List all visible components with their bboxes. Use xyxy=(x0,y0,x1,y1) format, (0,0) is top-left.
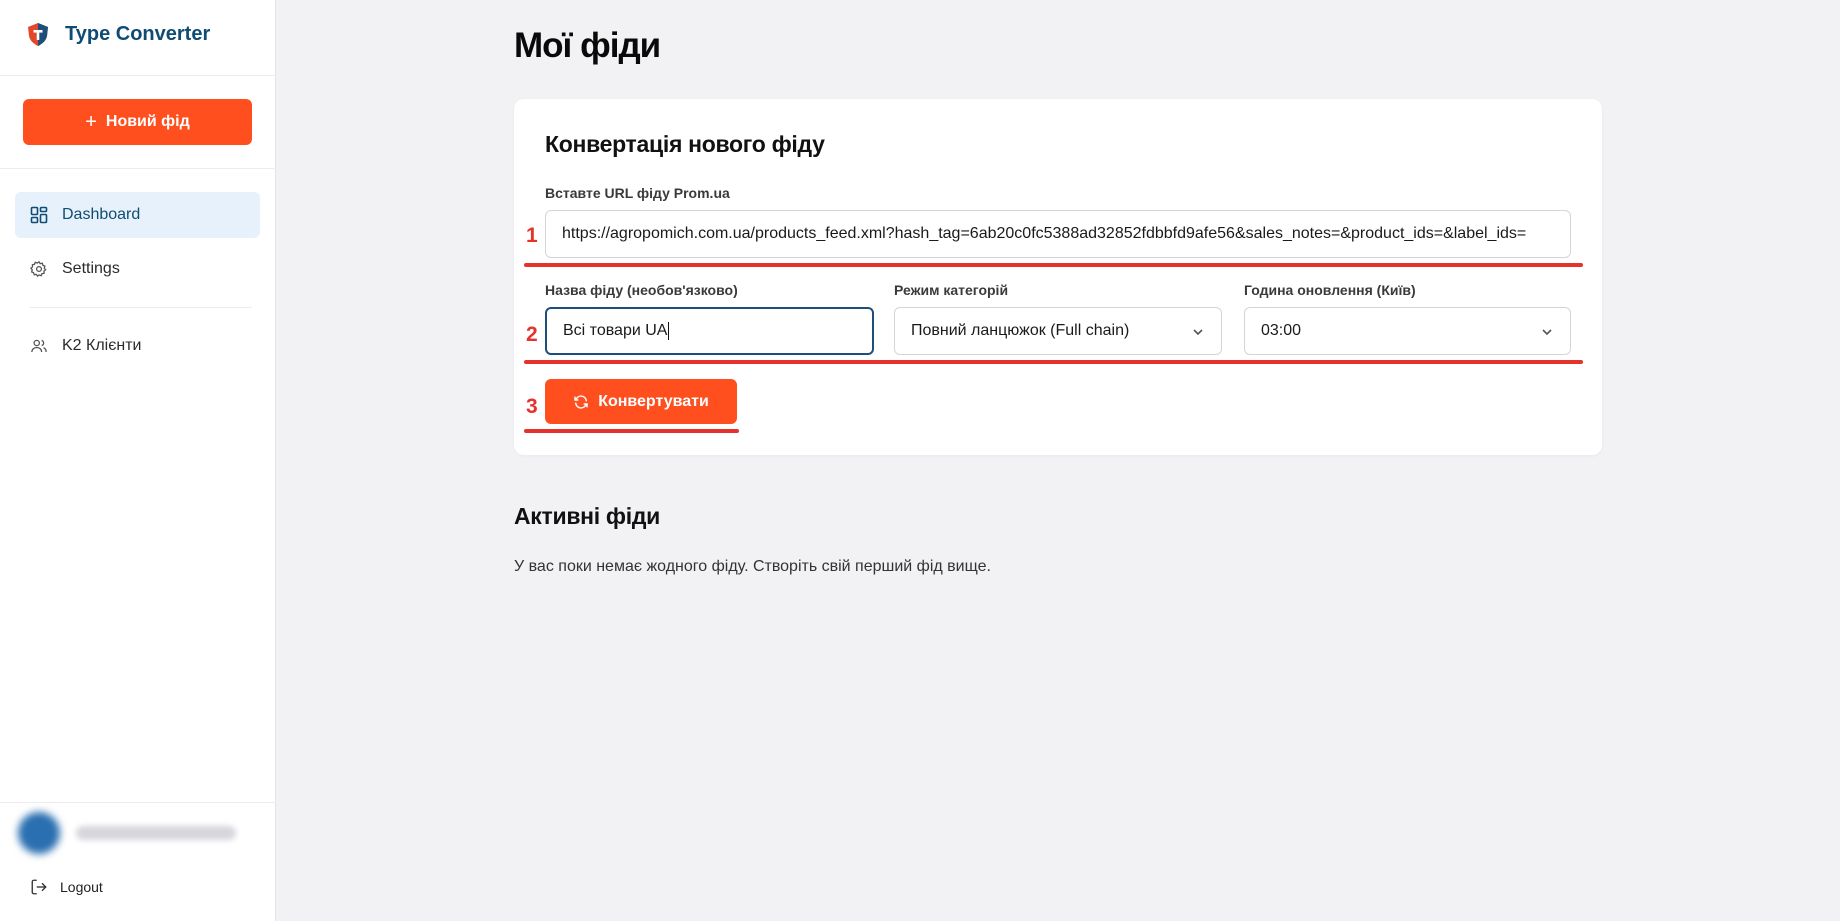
active-feeds-title: Активні фіди xyxy=(514,503,660,529)
plus-icon: + xyxy=(85,111,97,133)
chevron-down-icon xyxy=(1542,329,1552,336)
annotation-number-1: 1 xyxy=(526,224,538,247)
category-mode-value: Повний ланцюжок (Full chain) xyxy=(911,322,1130,339)
annotation-underline-3 xyxy=(524,429,739,433)
logout-button[interactable]: Logout xyxy=(30,878,103,896)
converter-card: Конвертація нового фіду Вставте URL фіду… xyxy=(514,99,1602,455)
user-profile[interactable] xyxy=(18,812,236,854)
divider xyxy=(0,802,276,803)
avatar xyxy=(18,812,60,854)
new-feed-label: Новий фід xyxy=(105,113,190,130)
converter-title: Конвертація нового фіду xyxy=(545,131,825,157)
annotation-number-2: 2 xyxy=(526,323,538,346)
divider xyxy=(0,168,276,169)
refresh-icon xyxy=(574,394,588,409)
annotation-number-3: 3 xyxy=(526,395,538,418)
annotation-underline-2 xyxy=(524,360,1583,364)
update-time-label: Година оновлення (Київ) xyxy=(1244,282,1416,298)
text-caret xyxy=(668,322,670,340)
sidebar-item-settings[interactable]: Settings xyxy=(15,246,260,292)
convert-button[interactable]: Конвертувати xyxy=(545,379,737,424)
url-label: Вставте URL фіду Prom.ua xyxy=(545,185,730,201)
annotation-underline-1 xyxy=(524,263,1583,267)
update-time-select[interactable]: 03:00 xyxy=(1244,307,1571,355)
users-icon xyxy=(31,339,47,353)
logout-icon xyxy=(31,879,47,895)
sidebar-item-label: K2 Клієнти xyxy=(62,337,142,354)
sidebar-item-label: Dashboard xyxy=(62,206,141,223)
update-time-value: 03:00 xyxy=(1261,322,1302,339)
sidebar-item-label: Settings xyxy=(62,260,120,277)
divider xyxy=(30,307,252,308)
sidebar: Type Converter + Новий фід Dashboard Set… xyxy=(0,0,276,921)
feed-name-input[interactable]: Всі товари UA xyxy=(545,307,874,355)
category-mode-label: Режим категорій xyxy=(894,282,1009,298)
app-name: Type Converter xyxy=(65,23,211,45)
logout-label: Logout xyxy=(60,879,103,895)
user-name-redacted xyxy=(76,826,236,840)
brand[interactable]: Type Converter xyxy=(27,22,210,47)
new-feed-button[interactable]: + Новий фід xyxy=(23,99,252,145)
chevron-down-icon xyxy=(1193,329,1203,336)
feed-name-label: Назва фіду (необов'язково) xyxy=(545,282,738,298)
url-input[interactable]: https://agropomich.com.ua/products_feed.… xyxy=(545,210,1571,258)
feed-name-input-value: Всі товари UA xyxy=(563,322,668,339)
empty-state-text: У вас поки немає жодного фіду. Створіть … xyxy=(514,558,991,575)
category-mode-select[interactable]: Повний ланцюжок (Full chain) xyxy=(894,307,1222,355)
gear-icon xyxy=(30,260,47,278)
page-title: Мої фіди xyxy=(514,26,661,65)
sidebar-item-clients[interactable]: K2 Клієнти xyxy=(15,323,260,369)
shield-logo-icon xyxy=(28,23,48,46)
url-input-value: https://agropomich.com.ua/products_feed.… xyxy=(562,225,1527,242)
divider xyxy=(0,75,276,76)
convert-label: Конвертувати xyxy=(598,392,709,410)
sidebar-item-dashboard[interactable]: Dashboard xyxy=(15,192,260,238)
dashboard-icon xyxy=(30,206,48,224)
